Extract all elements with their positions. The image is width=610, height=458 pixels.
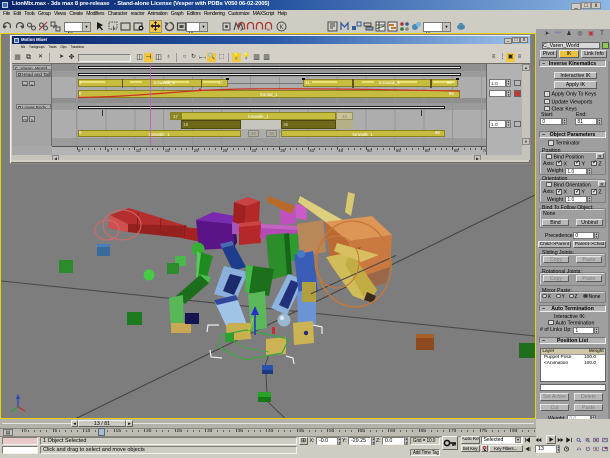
- svg-text:%: %: [266, 27, 270, 32]
- svg-text:3: 3: [240, 27, 243, 32]
- svg-text:K: K: [279, 25, 283, 31]
